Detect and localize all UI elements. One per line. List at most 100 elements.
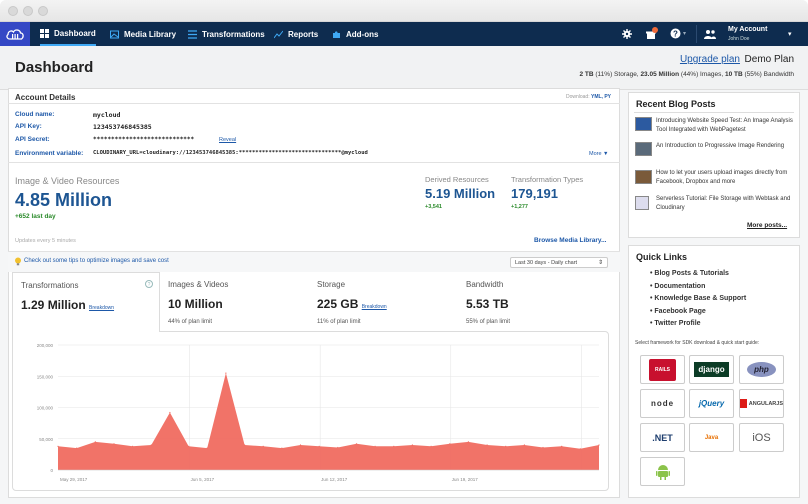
- quick-link-5[interactable]: • Twitter Profile: [650, 320, 701, 327]
- blog-thumb-4: [635, 196, 649, 210]
- tab-transformations-label: Transformations: [21, 281, 79, 290]
- more-details-button[interactable]: More ▼: [589, 151, 609, 157]
- framework-angularjs[interactable]: ANGULARJS: [739, 389, 784, 418]
- usage-summary: 2 TB (11%) Storage, 23.05 Million (44%) …: [579, 71, 794, 78]
- nav-media-library[interactable]: Media Library: [110, 22, 176, 46]
- help-icon: ?: [670, 28, 681, 39]
- transformations-breakdown-link[interactable]: Breakdown: [89, 305, 114, 311]
- framework-rails[interactable]: RAILS: [640, 355, 685, 384]
- blog-post-4[interactable]: Serverless Tutorial: File Storage with W…: [656, 195, 796, 212]
- nav-reports[interactable]: Reports: [274, 22, 318, 46]
- svg-text:?: ?: [673, 29, 678, 38]
- data-point: [467, 441, 469, 443]
- usage-storage-value: 2 TB: [579, 71, 594, 78]
- data-point: [57, 445, 59, 447]
- framework-node[interactable]: node: [640, 389, 685, 418]
- account-user: John Doe: [728, 36, 750, 42]
- storage-breakdown-link[interactable]: Breakdown: [362, 304, 387, 310]
- tab-bandwidth[interactable]: Bandwidth 5.53 TB 55% of plan limit: [458, 272, 608, 332]
- chart-range-select[interactable]: Last 30 days - Daily chart ⇕: [510, 257, 608, 268]
- x-tick-label: Jun 5, 2017: [191, 477, 215, 482]
- nav-dashboard-label: Dashboard: [54, 28, 96, 38]
- tab-storage-value: 225 GB Breakdown: [317, 297, 451, 311]
- tips-link[interactable]: Check out some tips to optimize images a…: [24, 258, 169, 264]
- info-icon[interactable]: ?: [145, 280, 153, 288]
- chart-range-value: Last 30 days - Daily chart: [515, 260, 578, 266]
- y-tick-label: 50,000: [39, 437, 53, 442]
- nav-reports-label: Reports: [288, 29, 319, 39]
- tab-transformations[interactable]: Transformations 1.29 Million Breakdown ?: [12, 272, 160, 332]
- blog-post-3[interactable]: How to let your users upload images dire…: [656, 169, 796, 186]
- lightbulb-icon: [15, 257, 21, 266]
- nav-transformations[interactable]: Transformations: [188, 22, 265, 46]
- data-point: [132, 445, 134, 447]
- quick-link-2[interactable]: • Documentation: [650, 283, 705, 290]
- download-links[interactable]: YML, PY: [591, 94, 611, 100]
- cloud-name-value: mycloud: [93, 111, 121, 119]
- blog-thumb-2: [635, 142, 652, 156]
- x-tick-label: Jun 19, 2017: [452, 477, 479, 482]
- cloudinary-logo[interactable]: [0, 22, 30, 46]
- api-key-value: 123453746845385: [93, 123, 152, 131]
- select-arrows-icon: ⇕: [597, 260, 603, 266]
- chart-panel: 0 50,000 100,000 150,000 200,000 May 29, 2017…: [12, 331, 609, 491]
- data-point: [225, 372, 227, 374]
- nav-add-ons[interactable]: Add-ons: [332, 22, 378, 46]
- gear-icon[interactable]: [622, 29, 632, 39]
- top-navbar: Dashboard Media Library Transformations …: [0, 22, 808, 46]
- framework-java[interactable]: Java: [689, 423, 734, 452]
- resources-value: 4.85 Million: [15, 190, 113, 210]
- account-menu[interactable]: My Account John Doe ▾: [704, 22, 808, 46]
- android-icon: [655, 464, 670, 480]
- framework-dotnet[interactable]: .NET: [640, 423, 685, 452]
- framework-ios[interactable]: iOS: [739, 423, 784, 452]
- framework-django[interactable]: django: [689, 355, 734, 384]
- tab-storage[interactable]: Storage 225 GB Breakdown 11% of plan lim…: [309, 272, 459, 332]
- tab-bandwidth-label: Bandwidth: [466, 280, 504, 289]
- download-config: Download: YML, PY: [566, 94, 611, 100]
- tab-images-videos[interactable]: Images & Videos 10 Million 44% of plan l…: [160, 272, 310, 332]
- data-point: [206, 447, 208, 449]
- usage-area-series: [58, 373, 599, 470]
- quick-link-1[interactable]: • Blog Posts & Tutorials: [650, 270, 729, 277]
- nav-dashboard[interactable]: Dashboard: [40, 22, 96, 46]
- page-title: Dashboard: [15, 59, 94, 76]
- transformation-types-delta: +1,277: [511, 204, 528, 210]
- data-point: [94, 441, 96, 443]
- page-header: Dashboard Upgrade plan Demo Plan 2 TB (1…: [0, 46, 808, 90]
- tab-bandwidth-value: 5.53 TB: [466, 297, 509, 311]
- chevron-down-icon: ▾: [683, 31, 687, 37]
- help-menu[interactable]: ? ▾: [670, 28, 686, 41]
- framework-jquery[interactable]: jQuery: [689, 389, 734, 418]
- divider: [8, 162, 620, 163]
- account-label: My Account: [728, 26, 768, 33]
- more-posts-link[interactable]: More posts...: [747, 222, 787, 229]
- cloud-logo-icon: [6, 29, 24, 40]
- close-window-button[interactable]: [8, 6, 18, 16]
- browse-media-library-link[interactable]: Browse Media Library...: [534, 237, 606, 244]
- y-tick-label: 150,000: [37, 374, 54, 379]
- minimize-window-button[interactable]: [23, 6, 33, 16]
- data-point: [281, 447, 283, 449]
- chart-line-icon: [274, 30, 283, 38]
- quick-link-4[interactable]: • Facebook Page: [650, 308, 706, 315]
- usage-images-text: (44%) Images,: [679, 71, 725, 78]
- notifications-button[interactable]: [646, 27, 658, 40]
- blog-post-1[interactable]: Introducing Website Speed Test: An Image…: [656, 117, 796, 134]
- data-point: [505, 445, 507, 447]
- recent-blog-posts-card: Recent Blog Posts: [628, 92, 800, 238]
- upgrade-plan-link[interactable]: Upgrade plan: [680, 54, 740, 65]
- framework-android[interactable]: [640, 457, 685, 486]
- image-icon: [110, 30, 119, 38]
- nav-divider: [696, 25, 697, 43]
- blog-post-2[interactable]: An Introduction to Progressive Image Ren…: [656, 142, 796, 151]
- storage-value: 225 GB: [317, 297, 359, 311]
- framework-php[interactable]: php: [739, 355, 784, 384]
- transformations-value: 1.29 Million: [21, 298, 86, 312]
- data-point: [523, 444, 525, 446]
- reveal-secret-link[interactable]: Reveal: [219, 137, 236, 143]
- data-point: [318, 445, 320, 447]
- grid-icon: [40, 28, 49, 38]
- zoom-window-button[interactable]: [38, 6, 48, 16]
- quick-link-3[interactable]: • Knowledge Base & Support: [650, 295, 746, 302]
